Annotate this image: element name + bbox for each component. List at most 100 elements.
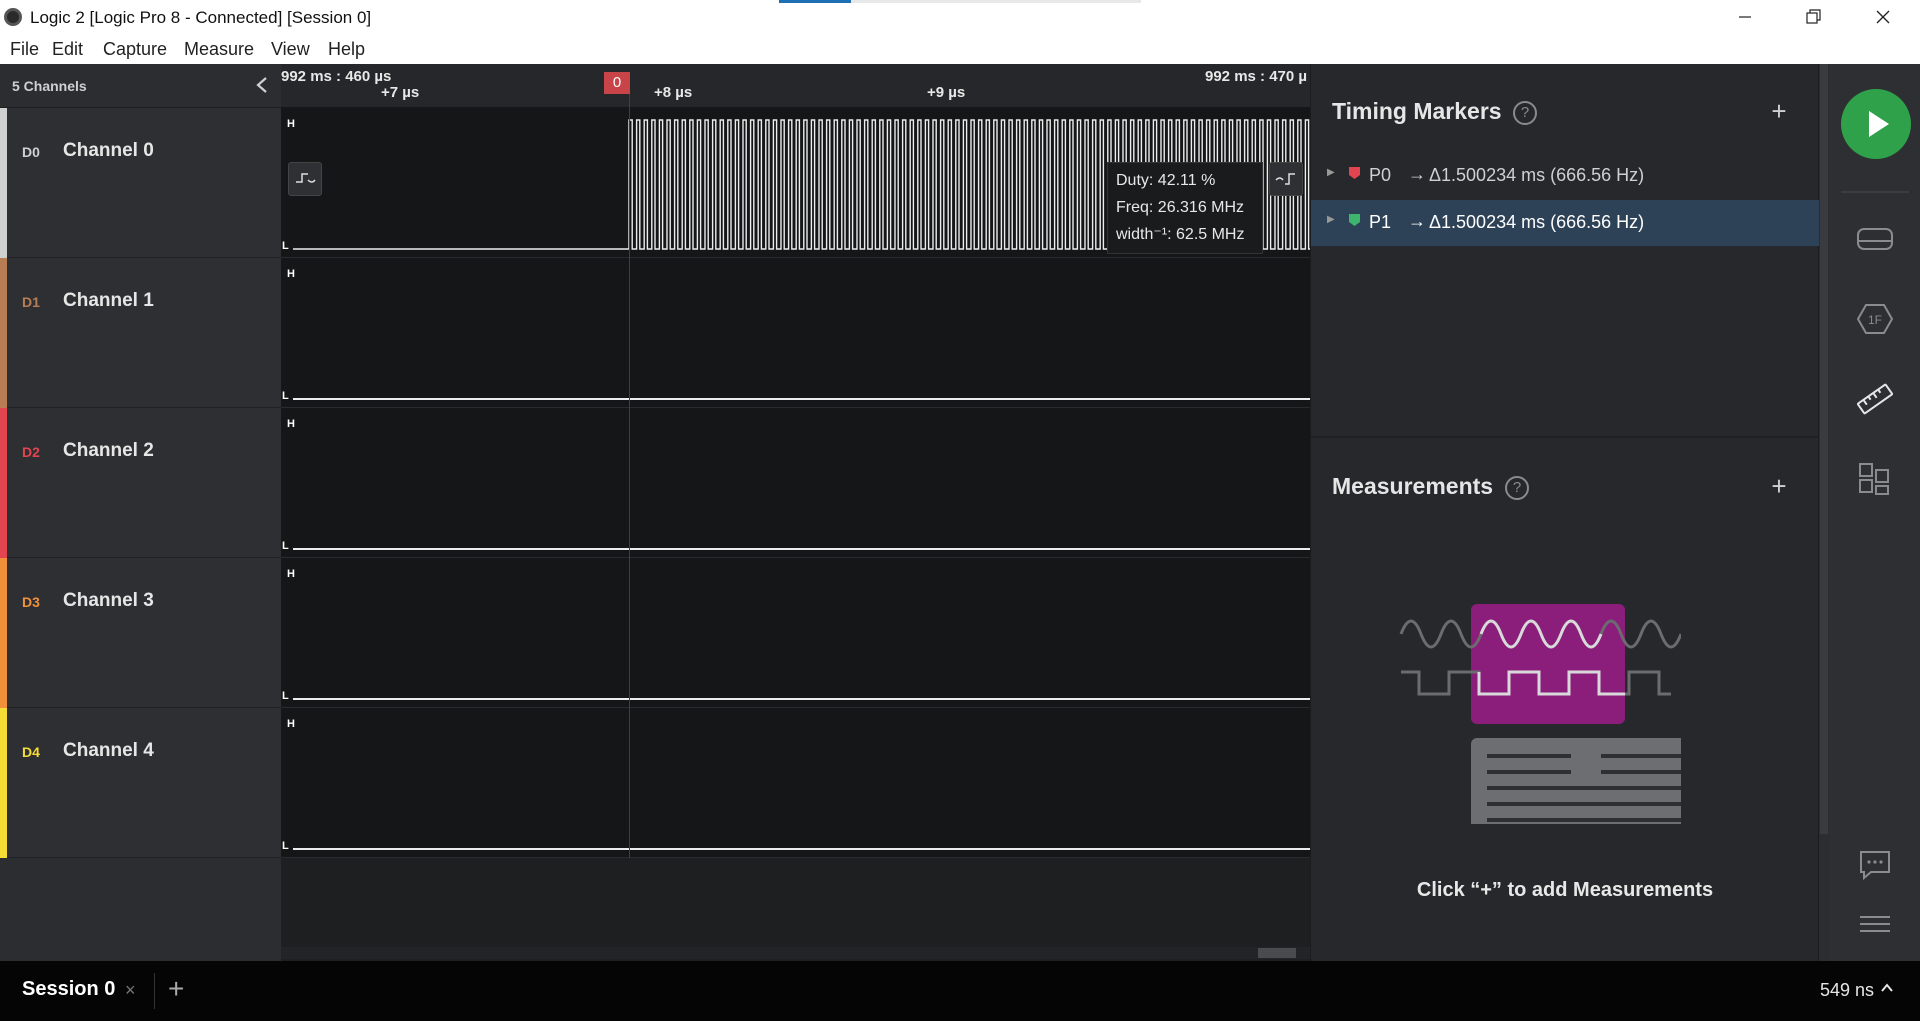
analysis-sidebar: Timing Markers ? + ▶ P0 → Δ1.500234 ms (… <box>1310 64 1829 961</box>
arrow-right-icon: → <box>1408 211 1426 231</box>
chat-icon <box>1860 851 1890 881</box>
chevron-up-icon[interactable] <box>1880 981 1894 998</box>
restore-button[interactable] <box>1780 0 1846 34</box>
menu-edit[interactable]: Edit <box>52 39 83 60</box>
device-settings-button[interactable] <box>1855 219 1895 259</box>
ruler-tick-label: +9 µs <box>927 84 966 101</box>
channel-lane-1[interactable]: H L <box>281 258 1310 408</box>
window-title: Logic 2 [Logic Pro 8 - Connected] [Sessi… <box>30 8 372 27</box>
close-window-button[interactable] <box>1850 0 1916 34</box>
menu-help[interactable]: Help <box>328 39 365 60</box>
section-divider <box>1311 436 1819 438</box>
add-session-button[interactable]: + <box>168 973 184 1005</box>
marker-flag-icon <box>1349 167 1360 179</box>
hamburger-icon <box>1860 916 1890 932</box>
menu-capture[interactable]: Capture <box>103 39 167 60</box>
menu-bar: File Edit Capture Measure View Help <box>0 34 1920 64</box>
channel-3-signal <box>293 698 1310 700</box>
channel-color-stripe <box>0 108 7 258</box>
ruler-right-timestamp: 992 ms : 470 µ <box>1205 68 1308 85</box>
session-tab[interactable]: Session 0 <box>22 978 115 1001</box>
high-level-label: H <box>287 268 295 280</box>
channel-lane-2[interactable]: H L <box>281 408 1310 558</box>
main-menu-button[interactable] <box>1855 904 1895 944</box>
analyzers-button[interactable]: 1F <box>1855 299 1895 339</box>
cursor-marker-flag[interactable]: 0 <box>604 72 630 94</box>
timing-markers-help-icon[interactable]: ? <box>1513 101 1537 125</box>
expand-caret-icon[interactable]: ▶ <box>1327 214 1335 225</box>
channel-digital-label: D0 <box>22 144 40 160</box>
channel-1-signal <box>293 398 1310 400</box>
channel-count: 5 Channels <box>12 78 87 94</box>
channel-name[interactable]: Channel 0 <box>63 140 154 162</box>
prev-edge-icon <box>296 173 316 183</box>
duty-readout: Duty: 42.11 % <box>1116 172 1216 189</box>
channel-row-3[interactable]: D3 Channel 3 <box>0 558 281 708</box>
channel-panel: 5 Channels D0 Channel 0 D1 Channel 1 D2 … <box>0 64 281 961</box>
ruler-icon <box>1857 383 1893 415</box>
low-level-label: L <box>282 390 289 402</box>
timing-markers-tool-button[interactable] <box>1855 379 1895 419</box>
low-level-label: L <box>282 840 289 852</box>
collapse-panel-button[interactable] <box>252 74 272 96</box>
session-bar: Session 0 × + 549 ns <box>0 961 1920 1021</box>
channel-row-2[interactable]: D2 Channel 2 <box>0 408 281 558</box>
start-capture-button[interactable] <box>1841 89 1911 159</box>
ruler-left-timestamp: 992 ms : 460 µs <box>281 68 392 85</box>
channel-panel-header: 5 Channels <box>0 64 281 108</box>
feedback-button[interactable] <box>1855 844 1895 884</box>
measurements-title: Measurements <box>1332 473 1494 499</box>
channel-color-stripe <box>0 708 7 858</box>
cursor-line[interactable] <box>629 94 630 858</box>
rail-divider <box>1841 191 1909 193</box>
sidebar-scrollbar-thumb[interactable] <box>1820 64 1828 834</box>
sidebar-scrollbar[interactable] <box>1819 64 1829 961</box>
channel-color-stripe <box>0 258 7 408</box>
channel-digital-label: D4 <box>22 744 40 760</box>
channel-lane-0[interactable]: H L Duty: 42.11 % Freq: 26.316 MHz width… <box>281 108 1310 258</box>
timing-markers-title: Timing Markers <box>1332 98 1502 124</box>
channel-lane-3[interactable]: H L <box>281 558 1310 708</box>
waveform-view[interactable]: 992 ms : 460 µs +7 µs +8 µs +9 µs 992 ms… <box>281 64 1310 961</box>
scrollbar-thumb[interactable] <box>1258 948 1296 958</box>
menu-measure[interactable]: Measure <box>184 39 254 60</box>
expand-caret-icon[interactable]: ▶ <box>1327 167 1335 178</box>
horizontal-scrollbar[interactable] <box>281 947 1310 959</box>
minimize-button[interactable] <box>1712 0 1778 34</box>
channel-row-4[interactable]: D4 Channel 4 <box>0 708 281 858</box>
menu-file[interactable]: File <box>10 39 39 60</box>
channel-name[interactable]: Channel 4 <box>63 740 154 762</box>
timing-marker-row-p0[interactable]: ▶ P0 → Δ1.500234 ms (666.56 Hz) <box>1311 153 1819 199</box>
svg-text:1F: 1F <box>1868 313 1882 327</box>
marker-name: P1 <box>1369 212 1392 232</box>
close-session-icon[interactable]: × <box>125 980 136 1001</box>
channel-name[interactable]: Channel 3 <box>63 590 154 612</box>
timing-marker-row-p1[interactable]: ▶ P1 → Δ1.500234 ms (666.56 Hz) <box>1311 200 1819 246</box>
measurements-help-icon[interactable]: ? <box>1505 476 1529 500</box>
close-icon <box>1876 10 1890 24</box>
extensions-button[interactable] <box>1855 459 1895 499</box>
prev-edge-button[interactable] <box>288 162 322 196</box>
channel-name[interactable]: Channel 2 <box>63 440 154 462</box>
add-measurement-button[interactable]: + <box>1767 473 1791 499</box>
channel-row-0[interactable]: D0 Channel 0 <box>0 108 281 258</box>
next-edge-button[interactable] <box>1269 162 1303 196</box>
channel-row-1[interactable]: D1 Channel 1 <box>0 258 281 408</box>
channel-color-stripe <box>0 558 7 708</box>
timescale-readout[interactable]: 549 ns <box>1820 980 1874 1001</box>
device-icon <box>1857 228 1893 250</box>
channel-name[interactable]: Channel 1 <box>63 290 154 312</box>
add-timing-marker-button[interactable]: + <box>1767 98 1791 124</box>
tab-divider <box>154 973 155 1009</box>
channel-lane-4[interactable]: H L <box>281 708 1310 858</box>
channel-color-stripe <box>0 408 7 558</box>
time-ruler[interactable]: 992 ms : 460 µs +7 µs +8 µs +9 µs 992 ms… <box>281 64 1310 108</box>
marker-flag-icon <box>1349 214 1360 226</box>
app-logo-icon <box>4 8 22 26</box>
menu-view[interactable]: View <box>271 39 310 60</box>
channel-2-signal <box>293 548 1310 550</box>
analyzers-hex-icon: 1F <box>1856 304 1894 334</box>
marker-name: P0 <box>1369 165 1392 185</box>
width-readout: width⁻¹: 62.5 MHz <box>1116 226 1245 243</box>
marker-delta: Δ1.500234 ms (666.56 Hz) <box>1429 212 1645 232</box>
